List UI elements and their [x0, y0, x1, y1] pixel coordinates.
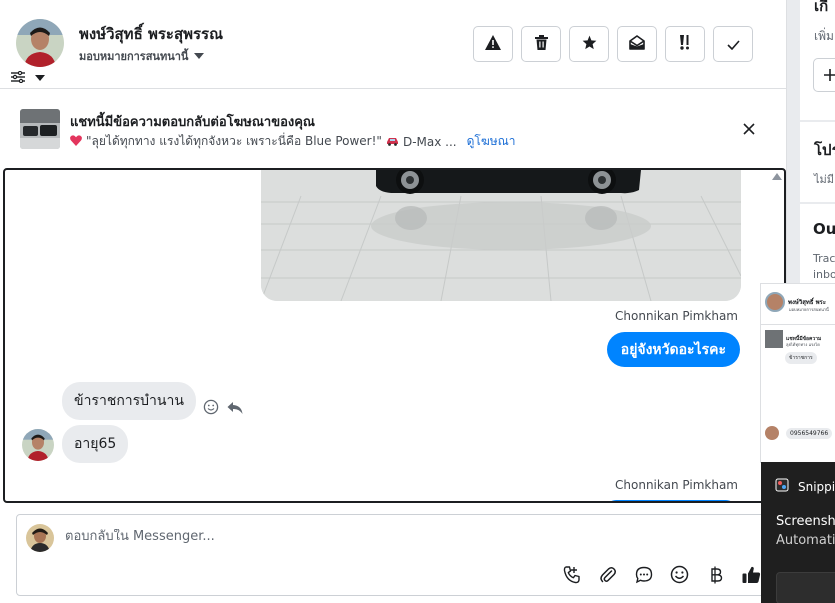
- ad-reply-banner: แชทนี้มีข้อความตอบกลับต่อโฆษณาของคุณ "ลุ…: [0, 90, 787, 168]
- screenshot-preview[interactable]: พงษ์วิสุทธิ์ พระ มอบหมายการสนทนานี้ แชทน…: [760, 283, 835, 463]
- message-actions: [203, 399, 243, 419]
- mark-spam-button[interactable]: [473, 26, 513, 62]
- outgoing-message[interactable]: [606, 500, 736, 501]
- notification-title: Screensho: [776, 514, 835, 529]
- composer-toolbar: [560, 563, 763, 586]
- reply-icon[interactable]: [227, 400, 243, 419]
- section-subtitle: ไม่มี: [814, 173, 835, 186]
- mark-unread-icon: [629, 34, 645, 54]
- ad-thumbnail: [765, 330, 783, 348]
- section-subtitle: เพิ่ม: [814, 29, 834, 43]
- attachment-icon[interactable]: [596, 563, 619, 586]
- conversation-pane: พงษ์วิสุทธิ์ พระสุพรรณ มอบหมายการสนทนานี…: [0, 0, 787, 603]
- phone-icon[interactable]: [560, 563, 583, 586]
- notification-text: Automatic: [776, 533, 835, 548]
- section-subtitle: inbo: [813, 268, 835, 281]
- promotions-section: โปร ไม่มี: [800, 122, 835, 202]
- close-banner-button[interactable]: [739, 119, 759, 139]
- star-button[interactable]: [569, 26, 609, 62]
- follow-up-button[interactable]: [665, 26, 705, 62]
- snipping-notification[interactable]: Snippi Screensho Automatic: [761, 462, 835, 603]
- follow-up-icon: [677, 34, 693, 54]
- message-sender: Chonnikan Pimkham: [615, 478, 738, 492]
- message-input[interactable]: [65, 529, 755, 544]
- customer-name: พงษ์วิสุทธิ์ พระสุพรรณ: [79, 25, 224, 43]
- avatar: [765, 292, 785, 312]
- section-title: Ou: [813, 220, 835, 238]
- view-ad-link[interactable]: ดูโฆษณา: [467, 132, 516, 151]
- ad-thumbnail[interactable]: [20, 109, 60, 149]
- reply-composer: [16, 514, 787, 596]
- conversation-actions: [473, 26, 753, 62]
- preview-phone: 0956549766: [786, 427, 833, 439]
- trash-icon: [534, 34, 548, 54]
- assign-label: มอบหมายการสนทนานี้: [79, 50, 189, 63]
- star-icon: [582, 35, 597, 54]
- car-emoji-icon: [386, 135, 399, 149]
- heart-emoji-icon: [70, 134, 82, 149]
- snipping-tool-icon: [775, 478, 789, 495]
- ad-product: D-Max ...: [402, 134, 457, 149]
- preview-message-row: 0956549766: [765, 426, 833, 440]
- message-sender: Chonnikan Pimkham: [615, 309, 738, 323]
- payment-icon[interactable]: [704, 563, 727, 586]
- avatar: [765, 426, 779, 440]
- saved-reply-icon[interactable]: [632, 563, 655, 586]
- section-subtitle: Trac: [813, 252, 835, 265]
- notification-action-button[interactable]: [776, 572, 835, 603]
- incoming-message[interactable]: อายุ65: [62, 425, 129, 463]
- outreach-section: Ou Trac inbo: [800, 204, 835, 284]
- sliders-icon: [11, 68, 25, 87]
- conversation-header: พงษ์วิสุทธิ์ พระสุพรรณ มอบหมายการสนทนานี…: [0, 0, 787, 89]
- preview-ad-sub: ลุยได้ทุกทาง แรงได: [786, 342, 820, 347]
- message-thread[interactable]: Chonnikan Pimkham อยู่จังหวัดอะไรคะ ข้าร…: [3, 168, 786, 503]
- plus-icon: [824, 66, 835, 85]
- emoji-icon[interactable]: [668, 563, 691, 586]
- like-icon[interactable]: [740, 563, 763, 586]
- ad-photo-message[interactable]: [261, 170, 741, 301]
- chevron-down-icon: [35, 74, 45, 81]
- preview-assign: มอบหมายการสนทนานี้: [789, 307, 829, 312]
- add-label-button[interactable]: [813, 58, 835, 92]
- ad-banner-text: "ลุยได้ทุกทาง แรงได้ทุกจังหวะ เพราะนี่คื…: [70, 132, 516, 151]
- react-emoji-icon[interactable]: [203, 399, 219, 419]
- divider: [761, 324, 835, 325]
- ad-banner-title: แชทนี้มีข้อความตอบกลับต่อโฆษณาของคุณ: [70, 115, 315, 130]
- preview-message: ข้าราชการ: [785, 352, 817, 364]
- delete-button[interactable]: [521, 26, 561, 62]
- avatar[interactable]: [22, 429, 54, 461]
- mark-done-button[interactable]: [713, 26, 753, 62]
- notification-header: Snippi: [775, 478, 835, 495]
- close-icon: [743, 120, 755, 139]
- check-icon: [726, 35, 740, 54]
- mark-unread-button[interactable]: [617, 26, 657, 62]
- app-name: Snippi: [798, 479, 835, 494]
- page-avatar: [26, 524, 54, 552]
- filter-button[interactable]: [11, 68, 45, 87]
- ad-quote: "ลุยได้ทุกทาง แรงได้ทุกจังหวะ เพราะนี่คื…: [86, 134, 382, 148]
- chevron-down-icon: [194, 53, 205, 59]
- outgoing-message[interactable]: อยู่จังหวัดอะไรคะ: [606, 332, 740, 367]
- section-title: เกี: [814, 0, 829, 15]
- section-title: โปร: [814, 141, 835, 159]
- labels-section: เกี เพิ่ม: [800, 0, 835, 120]
- warning-icon: [485, 34, 501, 54]
- scroll-up-arrow-icon[interactable]: [772, 173, 782, 180]
- incoming-message[interactable]: ข้าราชการบำนาน: [62, 382, 196, 420]
- assign-dropdown[interactable]: มอบหมายการสนทนานี้: [79, 47, 205, 65]
- avatar[interactable]: [16, 19, 64, 67]
